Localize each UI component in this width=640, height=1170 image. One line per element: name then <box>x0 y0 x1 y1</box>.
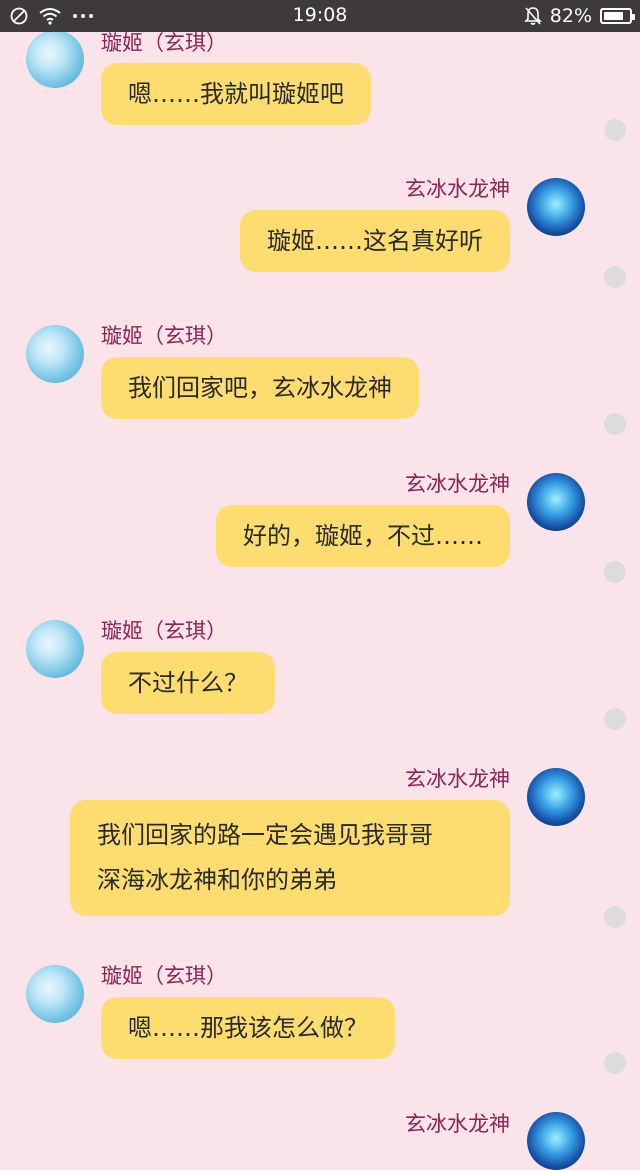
avatar[interactable] <box>527 473 585 531</box>
read-status-icon <box>604 119 626 141</box>
avatar[interactable] <box>527 1112 585 1170</box>
status-right-icons: 82% <box>523 4 635 28</box>
message-bubble[interactable]: 好的，璇姬，不过…… <box>216 505 510 567</box>
message-bubble[interactable]: 嗯……我就叫璇姬吧 <box>101 63 371 125</box>
avatar[interactable] <box>527 178 585 236</box>
read-status-icon <box>604 413 626 435</box>
sender-name: 玄冰水龙神 <box>405 472 510 496</box>
message-bubble[interactable]: 璇姬……这名真好听 <box>240 210 510 272</box>
sender-name: 玄冰水龙神 <box>405 767 510 791</box>
read-status-icon <box>604 266 626 288</box>
avatar[interactable] <box>26 30 84 88</box>
battery-fill <box>604 12 623 20</box>
chat-area: 璇姬（玄琪） 嗯……我就叫璇姬吧 玄冰水龙神 璇姬……这名真好听 璇姬（玄琪） … <box>0 0 640 1170</box>
sender-name: 玄冰水龙神 <box>405 177 510 201</box>
avatar[interactable] <box>26 620 84 678</box>
message-line: 深海冰龙神和你的弟弟 <box>97 866 337 894</box>
message-line: 我们回家的路一定会遇见我哥哥 <box>97 821 433 849</box>
avatar[interactable] <box>527 768 585 826</box>
sender-name: 璇姬（玄琪） <box>101 964 227 988</box>
status-bar: 19:08 82% <box>0 0 640 32</box>
mute-bell-icon <box>523 7 542 25</box>
message-bubble[interactable]: 不过什么？ <box>101 652 275 714</box>
message-bubble[interactable]: 嗯……那我该怎么做？ <box>101 997 395 1059</box>
battery-percent: 82% <box>549 5 592 27</box>
sender-name: 璇姬（玄琪） <box>101 324 227 348</box>
read-status-icon <box>604 906 626 928</box>
sender-name: 玄冰水龙神 <box>405 1112 510 1136</box>
message-bubble[interactable]: 我们回家吧，玄冰水龙神 <box>101 357 419 419</box>
read-status-icon <box>604 708 626 730</box>
read-status-icon <box>604 561 626 583</box>
message-bubble[interactable]: 我们回家的路一定会遇见我哥哥 深海冰龙神和你的弟弟 <box>70 800 510 916</box>
sender-name: 璇姬（玄琪） <box>101 619 227 643</box>
battery-icon <box>600 8 635 24</box>
avatar[interactable] <box>26 965 84 1023</box>
avatar[interactable] <box>26 325 84 383</box>
read-status-icon <box>604 1052 626 1074</box>
